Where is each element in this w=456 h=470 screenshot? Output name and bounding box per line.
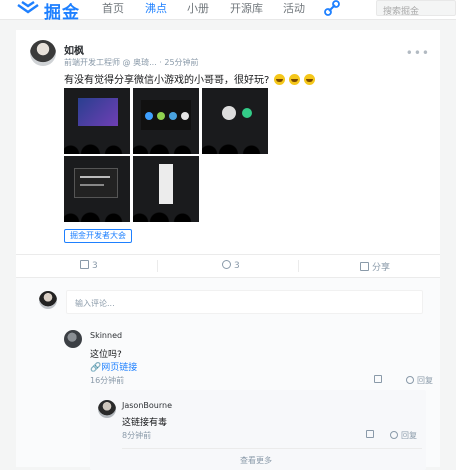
nav-item-repos[interactable]: 开源库 [230, 0, 263, 16]
comment-icon [222, 260, 231, 269]
topic-tag[interactable]: 掘金开发者大会 [64, 229, 132, 243]
current-user-avatar [39, 291, 57, 309]
nav-item-books[interactable]: 小册 [187, 0, 209, 16]
reply-thread: JasonBourne 这链接有毒 8分钟前 回复 查看更多 [90, 390, 426, 470]
reply-text: 这链接有毒 [122, 418, 168, 428]
search-input[interactable]: 搜索掘金 [376, 0, 456, 17]
post-image-2[interactable] [133, 88, 199, 154]
comment-text: 这位吗? [90, 350, 122, 360]
comment-count: 3 [234, 261, 240, 271]
post-image-4[interactable] [64, 156, 130, 222]
reply-time: 8分钟前 [122, 431, 152, 440]
pin-card: 如枫 前端开发工程师 @ 奥琦... · 25分钟前 ••• 有没有觉得分享微信… [16, 30, 440, 470]
post-image-5[interactable] [133, 156, 199, 222]
share-label: 分享 [372, 263, 391, 273]
reply-label: 回复 [417, 376, 433, 385]
top-nav: 掘金 首页 沸点 小册 开源库 活动 搜索掘金 [0, 0, 456, 23]
like-button[interactable]: 3 [80, 260, 98, 271]
reply-icon [406, 376, 414, 384]
more-options-icon[interactable]: ••• [406, 46, 430, 60]
thumbs-up-icon [374, 375, 382, 383]
reply-icon [390, 431, 398, 439]
commenter-name[interactable]: Skinned [90, 331, 122, 340]
logo-text[interactable]: 掘金 [44, 0, 80, 23]
action-bar: 3 3 分享 [16, 254, 440, 276]
reply-like-button[interactable] [366, 430, 374, 439]
post-text: 有没有觉得分享微信小游戏的小哥哥，很好玩? [64, 75, 270, 86]
web-link[interactable]: 🔗网页链接 [90, 360, 137, 373]
web-link-label: 网页链接 [101, 363, 138, 373]
comment-section: 输入评论... Skinned 这位吗? 🔗网页链接 16分钟前 回复 Jaso… [16, 277, 440, 470]
post-time: · 25分钟前 [159, 58, 199, 67]
juejin-logo-icon[interactable] [16, 0, 40, 16]
share-button[interactable]: 分享 [360, 260, 390, 273]
author-meta: 前端开发工程师 @ 奥琦... · 25分钟前 [64, 57, 199, 68]
post-content: 有没有觉得分享微信小游戏的小哥哥，很好玩? [64, 71, 315, 86]
link-chain-icon: 🔗 [90, 363, 102, 373]
share-icon [360, 262, 369, 271]
divider [122, 448, 422, 449]
divider [157, 260, 158, 272]
nav-item-pins[interactable]: 沸点 [145, 0, 167, 16]
reply-author-name[interactable]: JasonBourne [122, 401, 172, 410]
view-more-link[interactable]: 查看更多 [240, 455, 272, 466]
like-count: 3 [92, 261, 98, 271]
commenter-avatar[interactable] [64, 330, 82, 348]
reply-label: 回复 [401, 431, 417, 440]
smile-emoji-icon [288, 74, 300, 85]
post-image-1[interactable] [64, 88, 130, 154]
author-title: 前端开发工程师 @ 奥琦... [64, 58, 157, 67]
comment-input[interactable]: 输入评论... [66, 290, 423, 314]
smile-emoji-icon [273, 74, 285, 85]
comment-time: 16分钟前 [90, 376, 125, 385]
thumbs-up-icon [80, 260, 89, 269]
reply-reply-button[interactable]: 回复 [390, 430, 417, 441]
post-image-3[interactable] [202, 88, 268, 154]
reply-author-avatar[interactable] [98, 400, 116, 418]
comment-reply-button[interactable]: 回复 [406, 375, 433, 386]
nav-item-home[interactable]: 首页 [102, 0, 124, 16]
smile-emoji-icon [303, 74, 315, 85]
link-icon[interactable] [324, 0, 340, 16]
author-avatar[interactable] [30, 40, 56, 66]
divider [298, 260, 299, 272]
author-name[interactable]: 如枫 [64, 42, 84, 57]
thumbs-up-icon [366, 430, 374, 438]
comment-like-button[interactable] [374, 375, 382, 384]
comment-button[interactable]: 3 [222, 260, 240, 271]
nav-item-events[interactable]: 活动 [283, 0, 305, 16]
